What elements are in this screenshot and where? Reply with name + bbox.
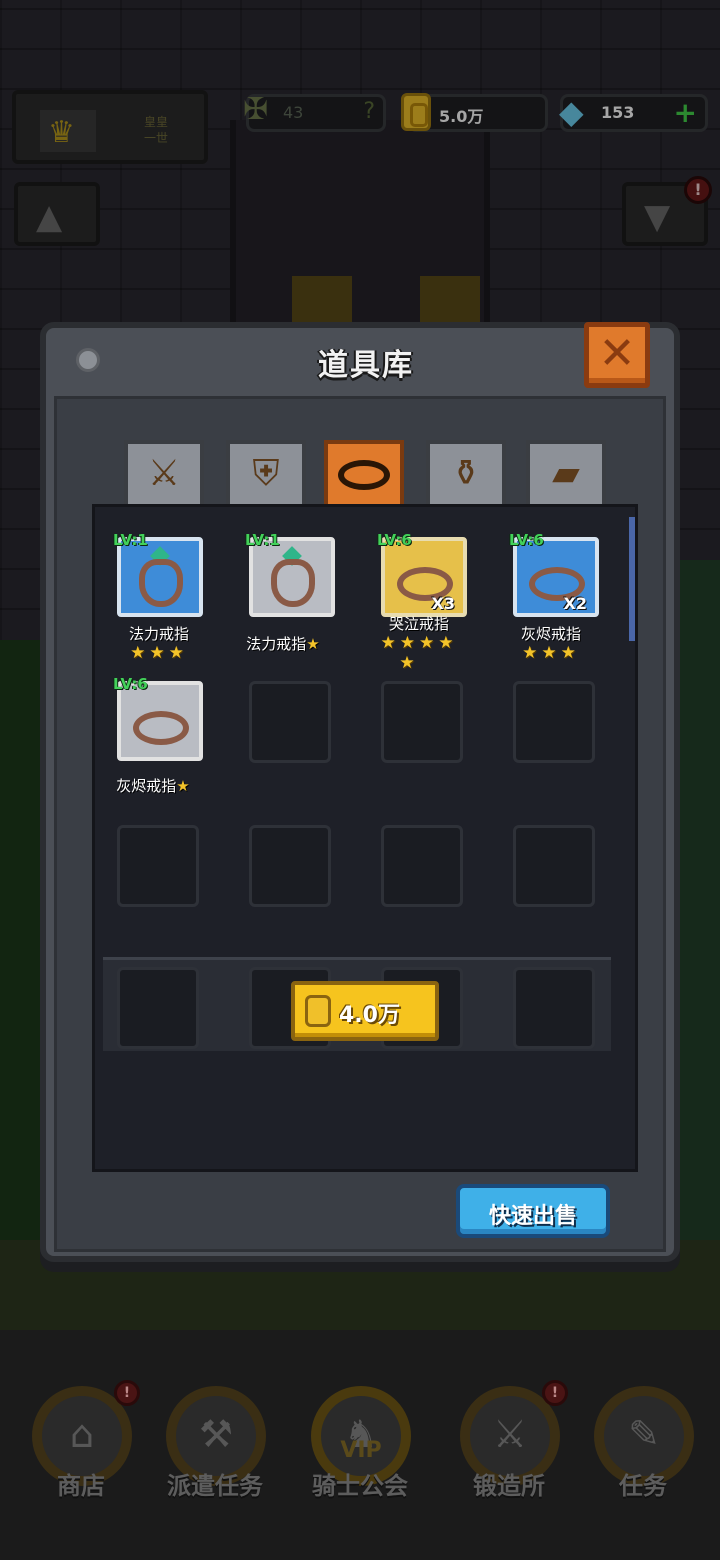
notification-badge: ! — [542, 1380, 568, 1406]
nav-knight-guild[interactable]: ♞ VIP 骑士公会 — [295, 1370, 425, 1520]
tab-ring[interactable] — [324, 440, 404, 504]
item-stars: ★ — [399, 653, 419, 673]
item-level: LV:1 — [113, 531, 148, 549]
dispatch-icon: ⚒ — [198, 1412, 234, 1456]
nav-task[interactable]: ✎ 任务 — [578, 1370, 708, 1520]
empty-slot[interactable] — [513, 825, 595, 907]
item-stars: ★★★ — [130, 643, 188, 663]
item-name: 法力戒指★ — [246, 635, 320, 653]
anvil-icon: ⚔ — [492, 1412, 528, 1456]
item-slot[interactable]: LV:1 — [245, 531, 335, 617]
empty-slot[interactable] — [249, 681, 331, 763]
sword-icon: ⚔ — [147, 453, 181, 494]
nav-label: 商店 — [57, 1472, 105, 1500]
empty-slot[interactable] — [117, 825, 199, 907]
item-quantity: X3 — [431, 594, 455, 613]
inventory-dialog: 道具库 ✕ ⚔ ⛨ ⚱ ▰ LV:1 法力戒指 ★★★ LV:1 法力戒指★ L… — [40, 322, 680, 1262]
empty-slot[interactable] — [381, 825, 463, 907]
quick-sell-button[interactable]: 快速出售 — [456, 1184, 610, 1238]
armor-icon: ⛨ — [252, 453, 280, 494]
ring-icon — [338, 460, 390, 490]
potion-icon: ⚱ — [450, 453, 482, 494]
item-level: LV:6 — [377, 531, 412, 549]
tab-potion[interactable]: ⚱ — [426, 440, 506, 504]
bottom-nav: ⌂ ! 商店 ⚒ 派遣任务 ♞ VIP 骑士公会 ⚔ ! 锻造所 ✎ 任务 — [0, 1330, 720, 1560]
item-stars: ★★★ — [522, 643, 580, 663]
ring-icon — [133, 711, 189, 745]
nav-label: 任务 — [619, 1472, 667, 1500]
scrollbar[interactable] — [629, 517, 635, 641]
tab-weapon[interactable]: ⚔ — [124, 440, 204, 504]
ring-icon — [271, 559, 315, 607]
nav-label: 派遣任务 — [167, 1472, 263, 1500]
item-grid[interactable]: LV:1 法力戒指 ★★★ LV:1 法力戒指★ LV:6 X3 哭泣戒指 ★★… — [92, 504, 638, 1172]
tab-material[interactable]: ▰ — [526, 440, 606, 504]
shop-icon: ⌂ — [69, 1412, 95, 1456]
item-name: 灰烬戒指 — [520, 625, 581, 643]
nav-label: 锻造所 — [473, 1472, 545, 1500]
nav-dispatch[interactable]: ⚒ 派遣任务 — [150, 1370, 280, 1520]
ring-icon — [139, 559, 183, 607]
item-slot[interactable]: LV:6 X2 — [509, 531, 599, 617]
item-stars: ★★★★ — [380, 633, 458, 653]
star-icon: ★ — [176, 777, 190, 795]
nav-label: 骑士公会 — [312, 1472, 408, 1500]
item-slot[interactable]: LV:6 X3 — [377, 531, 467, 617]
vip-tag: VIP — [340, 1438, 382, 1463]
notification-badge: ! — [114, 1380, 140, 1406]
item-level: LV:6 — [113, 675, 148, 693]
empty-slot[interactable] — [117, 967, 199, 1049]
item-level: LV:1 — [245, 531, 280, 549]
item-level: LV:6 — [509, 531, 544, 549]
item-name: 哭泣戒指 — [388, 615, 449, 633]
close-button[interactable]: ✕ — [584, 322, 650, 388]
nav-forge[interactable]: ⚔ ! 锻造所 — [444, 1370, 574, 1520]
sell-price-button[interactable]: 4.0万 — [291, 981, 439, 1041]
nav-shop[interactable]: ⌂ ! 商店 — [16, 1370, 146, 1520]
scroll-icon: ✎ — [628, 1412, 660, 1456]
empty-slot[interactable] — [513, 681, 595, 763]
wood-icon: ▰ — [552, 453, 580, 494]
item-name: 法力戒指 — [128, 625, 189, 643]
tab-armor[interactable]: ⛨ — [226, 440, 306, 504]
star-icon: ★ — [306, 635, 320, 653]
item-quantity: X2 — [563, 594, 587, 613]
item-name: 灰烬戒指★ — [116, 777, 190, 795]
item-slot[interactable]: LV:1 — [113, 531, 203, 617]
empty-slot[interactable] — [381, 681, 463, 763]
empty-slot[interactable] — [249, 825, 331, 907]
quick-sell-label: 快速出售 — [488, 1204, 577, 1229]
close-icon: ✕ — [598, 328, 636, 379]
empty-slot[interactable] — [513, 967, 595, 1049]
gold-coin-icon — [305, 995, 331, 1027]
item-slot[interactable]: LV:6 — [113, 675, 203, 761]
sell-price: 4.0万 — [339, 1003, 400, 1028]
